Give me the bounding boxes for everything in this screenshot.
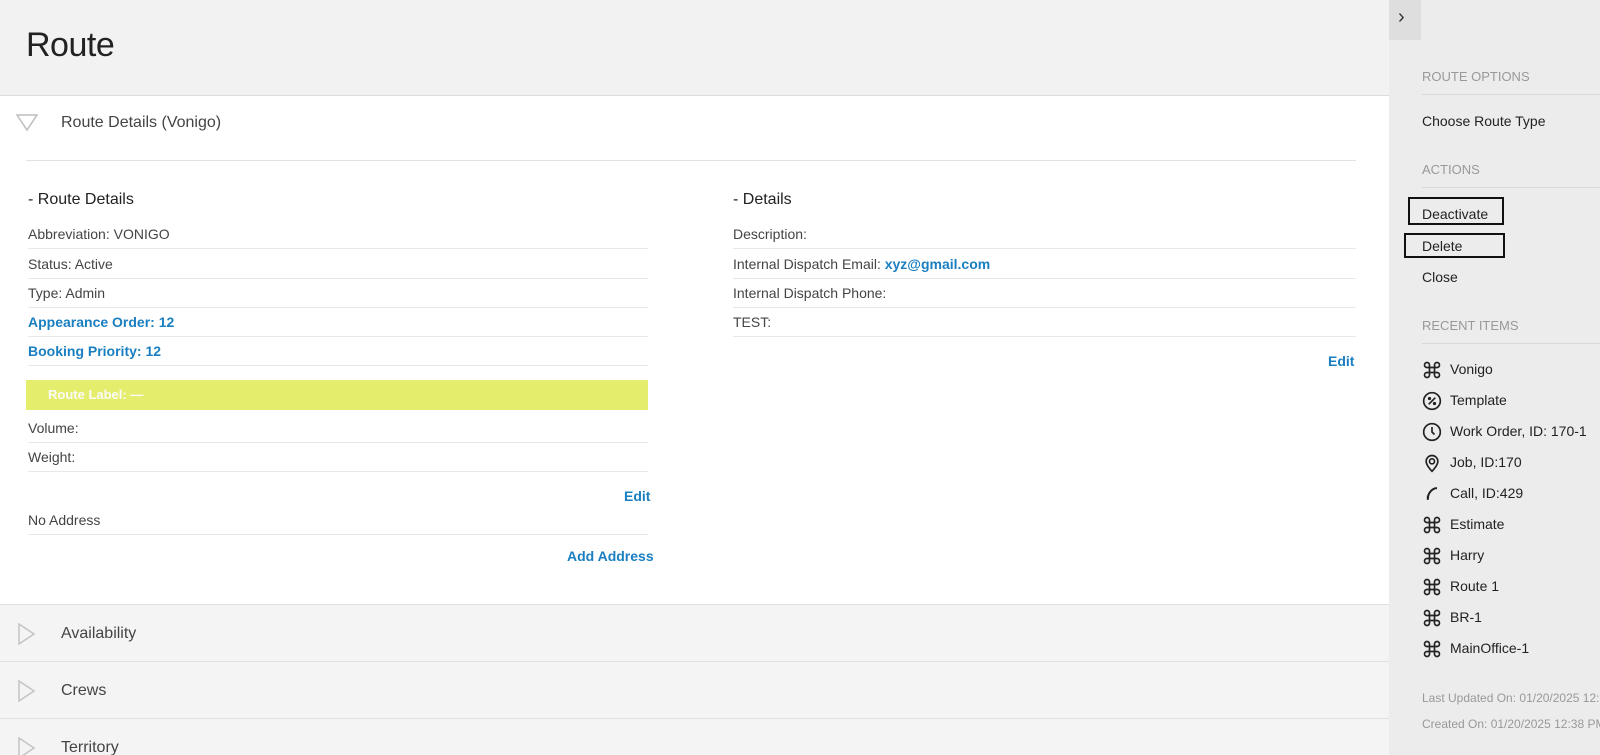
internal-dispatch-phone-field: Internal Dispatch Phone: <box>733 279 1356 308</box>
section-territory[interactable]: Territory <box>0 718 1389 755</box>
close-button[interactable]: Close <box>1422 269 1458 285</box>
recent-item-label: Work Order, ID: 170-1 <box>1450 423 1587 439</box>
command-icon <box>1422 515 1442 535</box>
section-label-availability: Availability <box>61 625 137 642</box>
command-icon <box>1422 577 1442 597</box>
weight-field: Weight: <box>28 443 648 472</box>
recent-item-label: BR-1 <box>1450 609 1482 625</box>
details-subtitle: - Details <box>733 191 792 208</box>
route-options-heading: ROUTE OPTIONS <box>1422 69 1530 84</box>
main-content: Route Route Details (Vonigo) - Route Det… <box>0 0 1389 755</box>
recent-item-label: Harry <box>1450 547 1485 563</box>
route-label-bar: Route Label: — <box>26 380 648 410</box>
sidebar: › ROUTE OPTIONS Choose Route Type ACTION… <box>1389 0 1600 755</box>
recent-item-label: Job, ID:170 <box>1450 454 1522 470</box>
description-field: Description: <box>733 220 1356 249</box>
collapse-triangle-icon[interactable] <box>15 114 39 137</box>
expand-triangle-icon[interactable] <box>18 679 36 707</box>
route-details-subtitle: - Route Details <box>28 191 134 208</box>
last-updated-text: Last Updated On: 01/20/2025 12:38 PM <box>1422 691 1600 705</box>
test-field: TEST: <box>733 308 1356 337</box>
choose-route-type-link[interactable]: Choose Route Type <box>1422 113 1546 129</box>
booking-priority-link[interactable]: Booking Priority: 12 <box>28 337 648 366</box>
sidebar-divider <box>1422 94 1600 95</box>
delete-button[interactable]: Delete <box>1422 238 1462 254</box>
recent-item-label: Route 1 <box>1450 578 1500 594</box>
section-label-crews: Crews <box>61 682 107 699</box>
recent-item-label: MainOffice-1 <box>1450 640 1530 656</box>
abbreviation-field: Abbreviation: VONIGO <box>28 220 648 249</box>
recent-item-label: Estimate <box>1450 516 1505 532</box>
recent-item-label: Vonigo <box>1450 361 1493 377</box>
route-details-panel: Route Details (Vonigo) - Route Details A… <box>0 96 1389 604</box>
add-address-link[interactable]: Add Address <box>567 548 654 564</box>
edit-route-details-link[interactable]: Edit <box>624 488 650 504</box>
internal-dispatch-email-field: Internal Dispatch Email: xyz@gmail.com <box>733 250 1356 279</box>
page-title: Route <box>26 26 115 64</box>
map-pin-icon <box>1422 453 1442 473</box>
command-icon <box>1422 639 1442 659</box>
section-availability[interactable]: Availability <box>0 604 1389 661</box>
actions-heading: ACTIONS <box>1422 162 1480 177</box>
type-field: Type: Admin <box>28 279 648 308</box>
percent-circle-icon <box>1422 391 1442 411</box>
sidebar-divider <box>1422 187 1600 188</box>
created-on-text: Created On: 01/20/2025 12:38 PM <box>1422 717 1600 731</box>
phone-icon <box>1422 484 1442 504</box>
command-icon <box>1422 360 1442 380</box>
internal-dispatch-email-link[interactable]: xyz@gmail.com <box>885 256 990 272</box>
internal-dispatch-email-label: Internal Dispatch Email: <box>733 256 881 272</box>
recent-item-label: Template <box>1450 392 1507 408</box>
section-label-territory: Territory <box>61 739 119 755</box>
section-crews[interactable]: Crews <box>0 661 1389 718</box>
deactivate-button[interactable]: Deactivate <box>1422 206 1488 222</box>
status-field: Status: Active <box>28 250 648 279</box>
recent-item-label: Call, ID:429 <box>1450 485 1524 501</box>
sidebar-toggle-button[interactable]: › <box>1389 0 1421 40</box>
sidebar-divider <box>1422 343 1600 344</box>
chevron-right-icon: › <box>1398 6 1405 28</box>
edit-details-link[interactable]: Edit <box>1328 353 1354 369</box>
recent-items-heading: RECENT ITEMS <box>1422 318 1519 333</box>
clock-icon <box>1422 422 1442 442</box>
route-label-text: Route Label: — <box>48 387 144 402</box>
no-address-text: No Address <box>28 506 648 535</box>
appearance-order-link[interactable]: Appearance Order: 12 <box>28 308 648 337</box>
command-icon <box>1422 608 1442 628</box>
section-divider <box>26 160 1356 161</box>
page-header: Route <box>0 0 1389 96</box>
expand-triangle-icon[interactable] <box>18 622 36 650</box>
volume-field: Volume: <box>28 414 648 443</box>
command-icon <box>1422 546 1442 566</box>
section-title-route-details[interactable]: Route Details (Vonigo) <box>61 114 221 132</box>
expand-triangle-icon[interactable] <box>18 736 36 755</box>
